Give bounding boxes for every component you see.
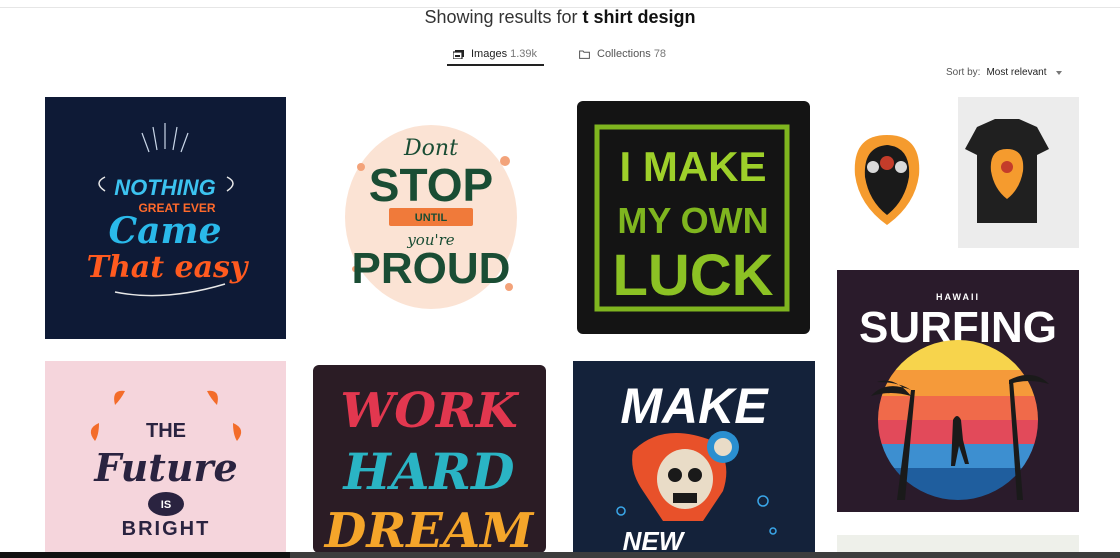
result-tabs: Images 1.39k Collections 78 — [447, 44, 672, 66]
results-prefix: Showing results for — [424, 7, 583, 27]
result-8-word-1: MAKE — [620, 378, 769, 434]
sort-value: Most relevant — [986, 67, 1047, 78]
result-2-word-3: UNTIL — [415, 212, 448, 224]
result-thumbnail[interactable]: NOTHING GREAT EVER Came That easy — [45, 97, 286, 339]
bottom-scrollbar[interactable] — [0, 552, 1120, 558]
result-artwork — [837, 97, 1079, 248]
result-artwork: NOTHING GREAT EVER Came That easy — [45, 97, 286, 339]
result-artwork: Dont STOP UNTIL you're PROUD — [309, 97, 549, 339]
scrollbar-thumb[interactable] — [0, 552, 290, 558]
search-query: t shirt design — [582, 7, 696, 27]
result-thumbnail[interactable]: WORK HARD DREAM — [311, 363, 548, 553]
result-7-word-3: DREAM — [323, 503, 535, 553]
result-thumbnail[interactable] — [837, 97, 1079, 248]
result-2-word-1: Dont — [403, 136, 458, 161]
result-artwork: I MAKE MY OWN LUCK — [575, 99, 812, 337]
tab-collections[interactable]: Collections 78 — [573, 44, 672, 64]
result-artwork: MAKE NEW — [573, 361, 815, 553]
result-6-word-3: IS — [161, 499, 171, 511]
result-2-word-2: STOP — [369, 159, 493, 211]
tab-images[interactable]: Images 1.39k — [447, 44, 544, 66]
result-1-word-4: That easy — [87, 250, 250, 285]
result-thumbnail[interactable]: HAWAII SURFING — [837, 270, 1079, 512]
result-6-word-4: BRIGHT — [122, 518, 211, 540]
result-3-word-2: MY OWN — [617, 200, 768, 241]
result-artwork: THE Future IS BRIGHT — [45, 361, 286, 553]
result-5-word-1: HAWAII — [936, 292, 980, 302]
result-7-word-2: HARD — [342, 442, 515, 501]
sort-dropdown[interactable]: Sort by: Most relevant — [946, 67, 1062, 78]
result-3-word-1: I MAKE — [620, 143, 767, 190]
result-6-word-1: THE — [146, 420, 186, 442]
result-7-word-1: WORK — [340, 383, 520, 439]
result-8-word-2: NEW — [623, 526, 686, 553]
folder-icon — [579, 50, 590, 59]
result-1-word-1: NOTHING — [114, 175, 215, 200]
result-thumbnail[interactable] — [837, 535, 1079, 552]
tab-collections-count: 78 — [653, 48, 667, 60]
result-thumbnail[interactable]: Dont STOP UNTIL you're PROUD — [309, 97, 549, 339]
result-thumbnail[interactable]: I MAKE MY OWN LUCK — [575, 99, 812, 337]
tab-images-count: 1.39k — [510, 48, 537, 60]
result-3-word-3: LUCK — [612, 243, 773, 308]
image-stack-icon — [453, 49, 464, 59]
sort-label: Sort by: — [946, 67, 981, 78]
result-thumbnail[interactable]: THE Future IS BRIGHT — [45, 361, 286, 553]
chevron-down-icon — [1055, 70, 1062, 75]
results-heading: Showing results for t shirt design — [0, 7, 1120, 28]
result-1-word-3: Came — [109, 210, 222, 252]
tab-images-label: Images — [471, 48, 508, 60]
result-6-word-2: Future — [93, 445, 237, 490]
result-2-word-5: PROUD — [352, 244, 511, 293]
result-artwork: HAWAII SURFING — [837, 270, 1079, 512]
result-thumbnail[interactable]: MAKE NEW — [573, 361, 815, 553]
result-artwork: WORK HARD DREAM — [311, 363, 548, 553]
tab-collections-label: Collections — [597, 48, 651, 60]
